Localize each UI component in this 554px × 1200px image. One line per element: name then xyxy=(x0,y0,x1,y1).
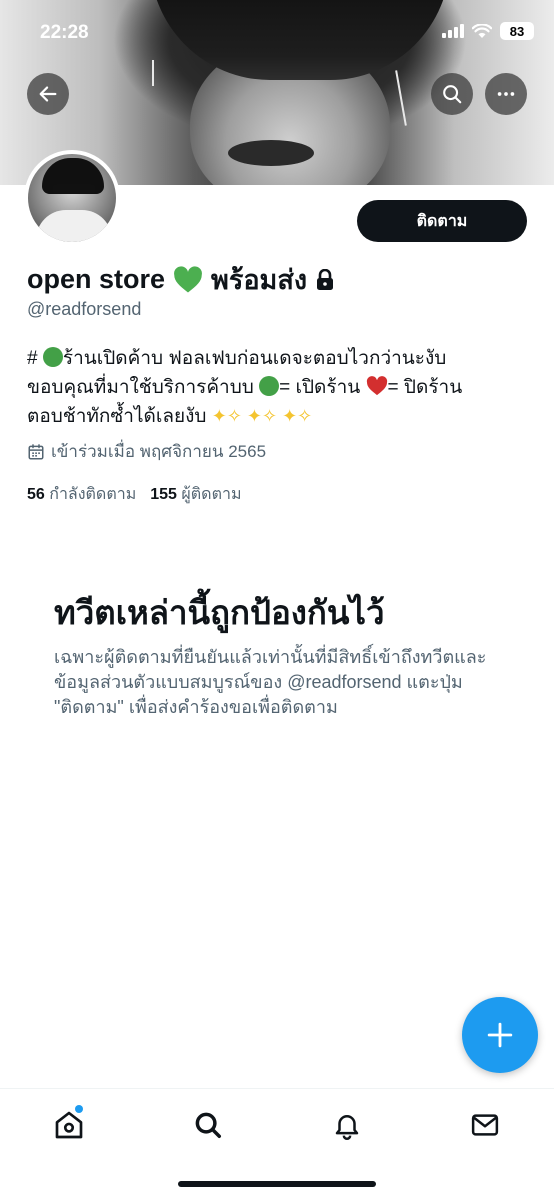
notification-dot xyxy=(75,1105,83,1113)
joined-date: เข้าร่วมเมื่อ พฤศจิกายน 2565 xyxy=(27,438,266,465)
followers-count: 155 xyxy=(150,486,177,503)
compose-button[interactable] xyxy=(462,997,538,1073)
follow-button[interactable]: ติดตาม xyxy=(357,200,527,242)
protected-description: เฉพาะผู้ติดตามที่ยืนยันแล้วเท่านั้นที่มี… xyxy=(54,647,487,717)
bio-line-2c: = ปิดร้าน xyxy=(387,377,463,398)
following-count: 56 xyxy=(27,486,45,503)
banner-lips xyxy=(228,140,314,166)
plus-icon xyxy=(487,1022,513,1048)
bio-line-1: # ร้านเปิดค้าบ ฟอลเฟบก่อนเดจะตอบไวกว่านะ… xyxy=(27,344,532,373)
protected-title: ทวีตเหล่านี้ถูกป้องกันไว้ xyxy=(54,594,385,631)
nav-messages[interactable] xyxy=(465,1105,505,1145)
green-circle-icon xyxy=(259,376,280,396)
following-link[interactable]: 56 กำลังติดตาม xyxy=(27,482,136,507)
followers-label: ผู้ติดตาม xyxy=(181,486,242,503)
arrow-left-icon xyxy=(39,86,57,102)
sparkles-icon: ✦✧ ✦✧ ✦✧ xyxy=(211,406,313,426)
bio-line-3-text: ตอบช้าทักซ้ำได้เลยงับ xyxy=(27,406,207,427)
banner-earring-right xyxy=(395,70,407,126)
nav-search[interactable] xyxy=(188,1105,228,1145)
joined-text: เข้าร่วมเมื่อ พฤศจิกายน 2565 xyxy=(51,442,267,461)
back-button[interactable] xyxy=(27,73,69,115)
nav-notifications[interactable] xyxy=(327,1105,367,1145)
banner-cap xyxy=(150,0,450,80)
red-heart-icon xyxy=(366,376,387,396)
bio-line-2: ขอบคุณที่มาใช้บริการค้าบบ = เปิดร้าน = ป… xyxy=(27,373,532,402)
signal-icon xyxy=(442,24,464,38)
home-icon xyxy=(55,1111,83,1139)
profile-handle: @readforsend xyxy=(27,299,142,319)
follow-counts: 56 กำลังติดตาม 155 ผู้ติดตาม xyxy=(27,482,241,507)
calendar-icon xyxy=(28,443,44,459)
followers-link[interactable]: 155 ผู้ติดตาม xyxy=(150,482,241,507)
bio-line-1-text: ร้านเปิดค้าบ ฟอลเฟบก่อนเดจะตอบไวกว่านะงั… xyxy=(62,348,447,369)
nav-home[interactable] xyxy=(49,1105,89,1145)
home-indicator[interactable] xyxy=(178,1181,376,1187)
bio-line-2a: ขอบคุณที่มาใช้บริการค้าบบ xyxy=(27,377,254,398)
more-button[interactable] xyxy=(485,73,527,115)
display-name-text: open store xyxy=(27,264,166,294)
search-icon xyxy=(195,1112,221,1138)
bell-icon xyxy=(335,1115,359,1140)
display-name-suffix: พร้อมส่ง xyxy=(211,265,308,295)
banner-earring-left xyxy=(152,60,154,86)
profile-avatar[interactable] xyxy=(24,150,120,246)
search-button[interactable] xyxy=(431,73,473,115)
battery-indicator: 83 xyxy=(500,22,534,40)
green-circle-icon xyxy=(42,347,63,367)
green-heart-icon xyxy=(174,265,202,292)
lock-icon xyxy=(317,268,334,290)
profile-bio: # ร้านเปิดค้าบ ฟอลเฟบก่อนเดจะตอบไวกว่านะ… xyxy=(27,344,532,431)
search-icon xyxy=(443,85,462,104)
status-icons: 83 xyxy=(442,22,534,40)
status-time: 22:28 xyxy=(40,22,89,43)
mail-icon xyxy=(471,1114,499,1136)
more-horizontal-icon xyxy=(497,92,515,96)
following-label: กำลังติดตาม xyxy=(49,486,137,503)
display-name: open store พร้อมส่ง xyxy=(27,258,335,301)
bio-line-2b: = เปิดร้าน xyxy=(279,377,361,398)
bio-line-3: ตอบช้าทักซ้ำได้เลยงับ ✦✧ ✦✧ ✦✧ xyxy=(27,402,532,431)
wifi-icon xyxy=(472,23,492,38)
bio-hash: # xyxy=(27,348,38,369)
